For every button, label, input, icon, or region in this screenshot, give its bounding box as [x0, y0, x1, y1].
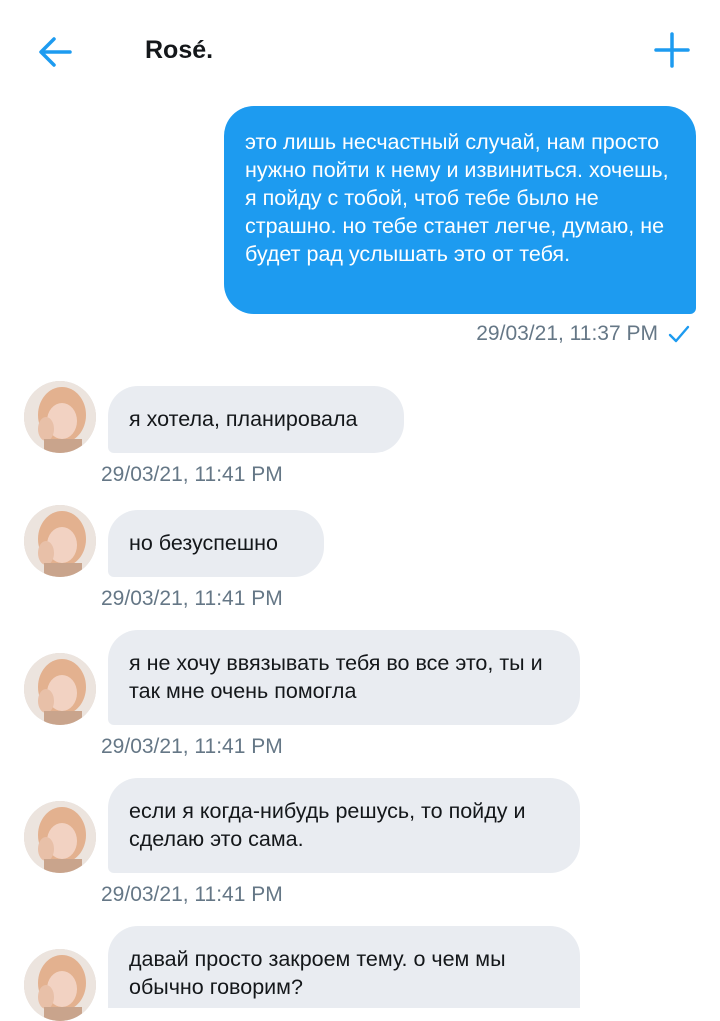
avatar[interactable] — [24, 505, 96, 577]
plus-icon — [654, 32, 690, 68]
outgoing-message-bubble[interactable]: это лишь несчастный случай, нам просто н… — [224, 106, 696, 314]
profile-photo-icon — [24, 949, 96, 1021]
message-timestamp: 29/03/21, 11:41 PM — [101, 735, 283, 758]
incoming-message-bubble[interactable]: давай просто закроем тему. о чем мы обыч… — [108, 926, 580, 1008]
incoming-message-bubble[interactable]: но безуспешно — [108, 510, 324, 577]
outgoing-message-meta: 29/03/21, 11:37 PM — [476, 322, 690, 346]
avatar[interactable] — [24, 801, 96, 873]
checkmark-icon — [668, 325, 690, 343]
avatar[interactable] — [24, 653, 96, 725]
message-timestamp: 29/03/21, 11:41 PM — [101, 587, 283, 610]
back-arrow-icon — [39, 37, 72, 67]
profile-photo-icon — [24, 505, 96, 577]
avatar[interactable] — [24, 381, 96, 453]
message-timestamp: 29/03/21, 11:41 PM — [101, 463, 283, 486]
add-button[interactable] — [646, 24, 698, 76]
avatar[interactable] — [24, 949, 96, 1021]
profile-photo-icon — [24, 801, 96, 873]
incoming-message-bubble[interactable]: я хотела, планировала — [108, 386, 404, 453]
conversation-title: Rosé. — [145, 36, 214, 64]
profile-photo-icon — [24, 381, 96, 453]
message-timestamp: 29/03/21, 11:41 PM — [101, 883, 283, 906]
incoming-message-bubble[interactable]: я не хочу ввязывать тебя во все это, ты … — [108, 630, 580, 725]
message-timestamp: 29/03/21, 11:37 PM — [476, 322, 658, 345]
incoming-message-bubble[interactable]: если я когда-нибудь решусь, то пойду и с… — [108, 778, 580, 873]
back-button[interactable] — [30, 26, 82, 78]
header: Rosé. — [0, 0, 720, 100]
profile-photo-icon — [24, 653, 96, 725]
